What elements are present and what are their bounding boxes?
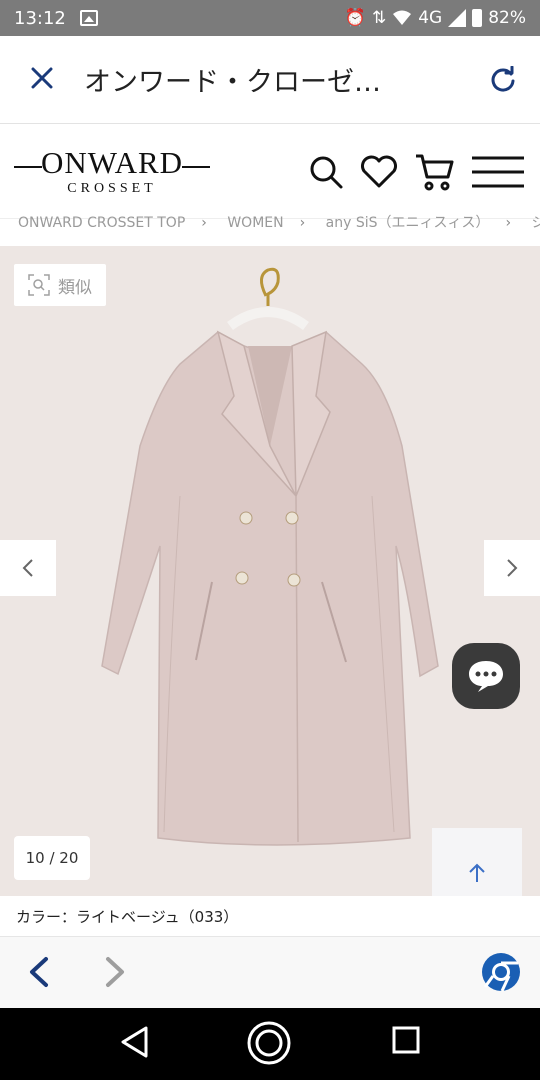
chat-icon — [469, 661, 503, 692]
breadcrumb: ONWARD CROSSET TOP › WOMEN › any SiS（エニィスィ… — [18, 212, 540, 234]
status-time: 13:12 — [14, 7, 66, 29]
similar-search-button[interactable]: 類似 — [14, 264, 106, 306]
signal-icon — [448, 9, 467, 27]
site-logo[interactable]: ONWARD CROSSET — [14, 141, 210, 203]
chevron-right-icon: › — [201, 215, 207, 231]
back-triangle-icon[interactable] — [118, 1024, 152, 1060]
color-label: カラー：ライトベージュ（033） — [16, 908, 239, 926]
breadcrumb-item[interactable]: ONWARD CROSSET TOP — [18, 215, 185, 231]
home-circle-icon[interactable] — [246, 1020, 292, 1066]
product-image — [101, 267, 439, 846]
forward-icon[interactable] — [96, 951, 132, 993]
prev-image-button[interactable] — [0, 540, 56, 596]
menu-icon[interactable] — [470, 155, 526, 189]
heart-icon[interactable] — [360, 155, 398, 189]
logo-sub-text: CROSSET — [67, 181, 157, 196]
image-search-icon — [28, 274, 50, 296]
scroll-to-top-button[interactable] — [432, 828, 522, 896]
site-header: ONWARD CROSSET — [0, 125, 540, 219]
arrow-up-icon — [469, 863, 485, 882]
close-icon[interactable] — [0, 62, 84, 97]
status-bar: 13:12 ⏰ ⇅ 4G 82% — [0, 0, 540, 36]
breadcrumb-item[interactable]: any SiS（エニィスィス） — [326, 212, 490, 232]
data-arrows-icon: ⇅ — [371, 8, 387, 28]
chevron-left-icon — [22, 559, 33, 577]
product-image-carousel[interactable]: 類似 10 / 20 — [0, 246, 540, 896]
logo-main-text: ONWARD — [40, 145, 184, 180]
chevron-right-icon: › — [505, 215, 512, 231]
next-image-button[interactable] — [484, 540, 540, 596]
chat-button[interactable] — [452, 643, 520, 709]
breadcrumb-item[interactable]: ジャ — [532, 212, 540, 232]
image-counter: 10 / 20 — [14, 836, 90, 880]
tab-title: オンワード・クローゼ… — [84, 67, 381, 98]
browser-toolbar — [0, 936, 540, 1008]
battery-icon — [472, 9, 483, 27]
reload-icon[interactable] — [466, 36, 540, 124]
gallery-icon — [79, 10, 98, 26]
battery-percent: 82% — [488, 8, 526, 28]
android-nav-bar — [0, 1008, 540, 1080]
cart-icon[interactable] — [414, 153, 454, 191]
network-type: 4G — [418, 8, 443, 28]
logo-line-right — [182, 166, 210, 168]
recents-square-icon[interactable] — [390, 1024, 422, 1056]
alarm-icon: ⏰ — [344, 8, 366, 28]
similar-label: 類似 — [58, 277, 92, 298]
breadcrumb-item[interactable]: WOMEN — [227, 215, 283, 231]
custom-tab-header: オンワード・クローゼ… — [0, 36, 540, 124]
chrome-icon[interactable] — [480, 951, 522, 993]
chevron-right-icon — [507, 559, 518, 577]
chevron-right-icon: › — [299, 215, 306, 231]
back-icon[interactable] — [22, 951, 58, 993]
search-icon[interactable] — [308, 154, 344, 190]
wifi-icon — [393, 10, 412, 25]
